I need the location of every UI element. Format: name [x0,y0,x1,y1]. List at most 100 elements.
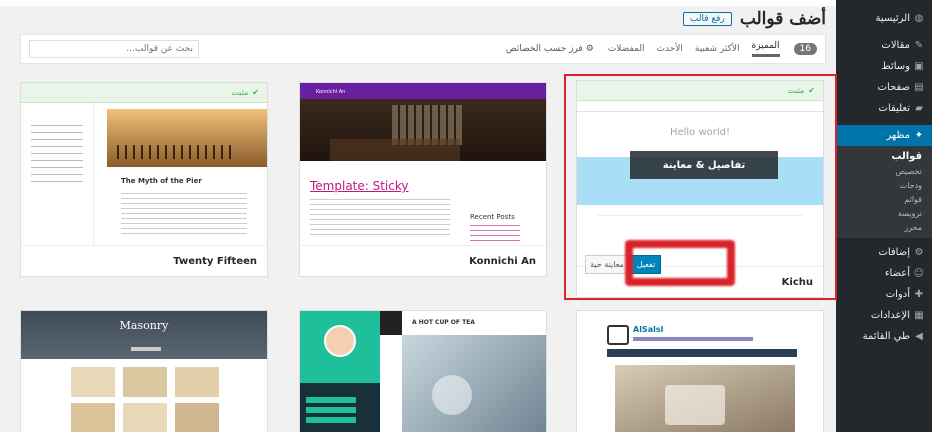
theme-screenshot: Masonry [21,311,267,432]
filter-latest[interactable]: الأحدث [656,44,682,54]
checkmark-icon: ✔ [252,88,259,97]
media-icon: ▣ [914,60,924,72]
theme-card-masonry[interactable]: Masonry [20,310,268,432]
theme-name-bar: Konnichi An [300,245,546,276]
dark-strip [380,311,402,335]
thumbs-icon [607,325,629,345]
site-tagline: A HOT CUP OF TEA [412,319,475,326]
tools-icon: ✚ [914,288,924,300]
menu-users[interactable]: ☺ أعضاء [836,263,932,284]
hero-image [107,109,267,167]
submenu-menus[interactable]: قوائم [836,193,932,207]
activate-button[interactable]: تفعيل [631,255,661,274]
filter-favorites[interactable]: المفضلات [608,44,645,54]
admin-sidebar: ◍ الرئيسية ✎ مقالات ▣ وسائط ▤ صفحات ▰ تع… [829,0,932,432]
gear-icon: ⚙ [585,44,594,54]
submenu-customize[interactable]: تخصيص [836,165,932,179]
post-excerpt [310,199,450,239]
menu-appearance[interactable]: ✦ مظهر [829,125,932,146]
menu-plugins[interactable]: ⚙ إضافات [836,242,932,263]
collapse-icon: ◀ [915,330,923,342]
menu-label: مظهر [886,130,910,141]
sidebar-panel [21,103,94,247]
theme-card-twenty-fifteen[interactable]: مثبت ✔ The Myth of the Pier Twenty Fifte… [20,82,268,277]
dashboard-icon: ◍ [914,12,924,24]
settings-icon: ▦ [914,309,924,321]
site-tagline: Masonry [119,319,169,332]
theme-screenshot: Konnichi An Template: Sticky Recent Post… [300,83,546,247]
appearance-submenu: قوالب تخصيص ودجات قوائم ترويسة محرر [836,146,932,238]
theme-search-input[interactable] [29,40,199,58]
nav-bar [607,349,797,357]
submenu-header[interactable]: ترويسة [836,207,932,221]
menu-label: وسائط [881,61,910,72]
menu-label: أعضاء [884,268,910,279]
theme-card-alsalsl[interactable]: AlSalsl [576,310,824,432]
menu-label: أدوات [885,289,910,300]
installed-strip: مثبت ✔ [21,83,267,103]
page-title: أضف قوالب [739,9,826,29]
plugins-icon: ⚙ [914,246,924,258]
pages-icon: ▤ [914,81,924,93]
theme-screenshot: AlSalsl [577,311,823,432]
users-icon: ☺ [913,267,924,279]
menu-comments[interactable]: ▰ تعليقات [836,98,932,119]
menu-media[interactable]: ▣ وسائط [836,56,932,77]
menu-collapse[interactable]: ◀ طي القائمة [836,326,932,347]
submenu-widgets[interactable]: ودجات [836,179,932,193]
page-header: أضف قوالب رفع قالب [682,6,826,32]
site-header: Masonry [21,311,267,359]
site-title: Konnichi An [316,89,346,95]
site-tagline: AlSalsl [633,325,664,334]
menu-label: طي القائمة [862,331,910,342]
theme-count-badge: 16 [793,43,817,55]
submenu-editor[interactable]: محرر [836,221,932,235]
menu-label: الرئيسية [875,13,910,24]
theme-name: Konnichi An [469,255,536,267]
pin-icon: ✎ [914,39,924,51]
side-panel [300,311,380,432]
menu-settings[interactable]: ▦ الإعدادات [836,305,932,326]
theme-screenshot: مثبت ✔ The Myth of the Pier [21,83,267,247]
menu-label: مقالات [881,40,910,51]
menu-label: تعليقات [878,103,910,114]
menu-dashboard[interactable]: ◍ الرئيسية [836,8,932,29]
upload-theme-button[interactable]: رفع قالب [682,12,732,26]
theme-card-hot-cup-of-tea[interactable]: A HOT CUP OF TEA [299,310,547,432]
filter-featured[interactable]: المميزة [751,41,780,57]
hero-image [402,335,546,432]
hello-world-text: Hello world! [669,127,731,138]
submenu-themes[interactable]: قوالب [836,149,932,165]
feature-filter-label: فرز حسب الخصائص [505,44,583,54]
live-preview-button[interactable]: معاينة حية [585,255,629,274]
appearance-icon: ✦ [914,129,924,141]
filter-popular[interactable]: الأكثر شعبية [695,44,740,54]
theme-name-bar: Twenty Fifteen [21,245,267,276]
menu-pages[interactable]: ▤ صفحات [836,77,932,98]
hero-image [300,99,546,161]
comments-icon: ▰ [915,102,923,114]
masonry-grid [71,367,221,432]
site-header: Konnichi An [300,83,546,99]
widget-title: Recent Posts [470,213,515,221]
post-title: Template: Sticky [310,179,409,193]
installed-strip: مثبت ✔ [577,81,823,101]
theme-screenshot: A HOT CUP OF TEA [300,311,546,432]
checkmark-icon: ✔ [808,86,815,95]
installed-label: مثبت [787,86,805,95]
menu-posts[interactable]: ✎ مقالات [836,35,932,56]
theme-filter-bar: 16 المميزة الأكثر شعبية الأحدث المفضلات … [20,34,826,64]
theme-name: Twenty Fifteen [173,255,257,267]
avatar [324,325,356,357]
menu-label: الإعدادات [870,310,910,321]
feature-filter[interactable]: ⚙ فرز حسب الخصائص [506,44,594,54]
theme-details-button[interactable]: تفاصيل & معاينة [630,151,778,179]
theme-name: Kichu [781,276,813,288]
menu-label: إضافات [878,247,910,258]
menu-tools[interactable]: ✚ أدوات [836,284,932,305]
installed-label: مثبت [231,88,249,97]
hero-image [615,365,795,432]
post-title: The Myth of the Pier [121,177,202,185]
theme-card-konnichi[interactable]: Konnichi An Template: Sticky Recent Post… [299,82,547,277]
menu-label: صفحات [877,82,910,93]
